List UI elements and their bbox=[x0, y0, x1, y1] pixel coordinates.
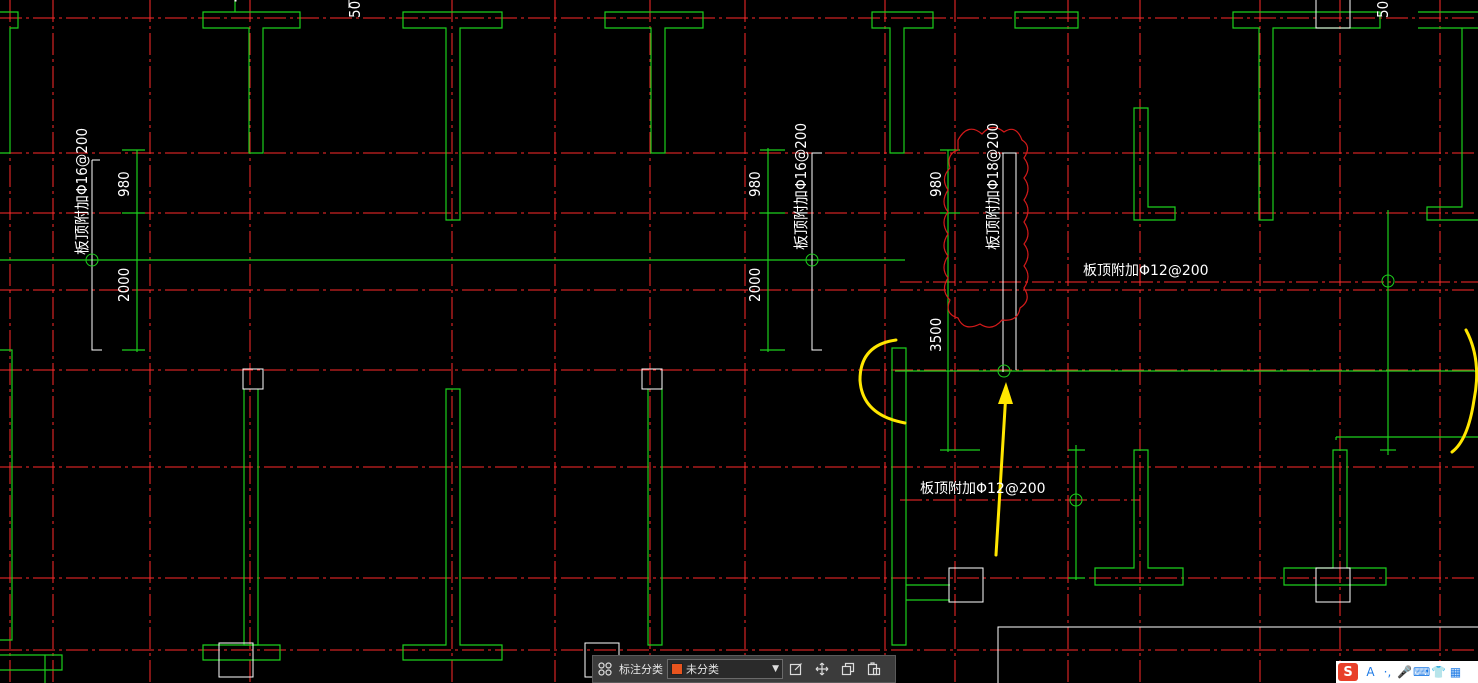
category-select[interactable]: 未分类 ▼ bbox=[667, 659, 783, 679]
edit-icon[interactable] bbox=[783, 656, 809, 682]
paste-icon[interactable] bbox=[861, 656, 887, 682]
rebar-markers bbox=[85, 253, 1395, 507]
category-value: 未分类 bbox=[686, 663, 719, 676]
dimension-top-b: 50 bbox=[1374, 1, 1392, 18]
annotation-rebar-1: 板顶附加Φ16@200 bbox=[73, 128, 91, 255]
copy-icon[interactable] bbox=[835, 656, 861, 682]
category-label: 标注分类 bbox=[619, 663, 663, 676]
sogou-logo[interactable]: S bbox=[1338, 663, 1358, 681]
axis-grid bbox=[0, 0, 1478, 683]
arrow-head bbox=[998, 382, 1013, 404]
category-color-swatch bbox=[671, 663, 683, 675]
shirt-icon[interactable]: 👕 bbox=[1430, 665, 1447, 679]
annotation-rebar-3: 板顶附加Φ18@200 bbox=[984, 123, 1002, 250]
keyboard-icon[interactable]: ⌨ bbox=[1413, 665, 1430, 679]
ime-punctuation-toggle[interactable]: ·, bbox=[1379, 665, 1396, 679]
wall-outlines bbox=[0, 0, 1478, 683]
annotation-toolbar: 标注分类 未分类 ▼ bbox=[592, 655, 896, 683]
annotation-rebar-4: 板顶附加Φ12@200 bbox=[1083, 263, 1209, 279]
dimension-3500: 3500 bbox=[927, 318, 945, 352]
dimension-top-a: 50 bbox=[346, 1, 364, 18]
leader-lines bbox=[91, 0, 1478, 683]
annotation-rebar-5: 板顶附加Φ12@200 bbox=[920, 481, 1046, 497]
dimension-2000-b: 2000 bbox=[746, 268, 764, 302]
grid-icon[interactable]: ▦ bbox=[1447, 665, 1464, 679]
annotation-rebar-2: 板顶附加Φ16@200 bbox=[792, 123, 810, 250]
move-icon[interactable] bbox=[809, 656, 835, 682]
mic-icon[interactable]: 🎤 bbox=[1396, 665, 1413, 679]
dimension-980-b: 980 bbox=[746, 171, 764, 197]
markup-highlights bbox=[858, 328, 1478, 557]
dimension-2000-a: 2000 bbox=[115, 268, 133, 302]
chevron-down-icon: ▼ bbox=[772, 664, 779, 674]
ime-status-bar: S A ·, 🎤 ⌨ 👕 ▦ bbox=[1336, 661, 1478, 683]
drawing-text: 板顶附加Φ16@200 980 2000 板顶附加Φ16@200 980 200… bbox=[73, 1, 1392, 497]
dimension-980-c: 980 bbox=[927, 171, 945, 197]
dimension-980-a: 980 bbox=[115, 171, 133, 197]
ime-language-toggle[interactable]: A bbox=[1362, 665, 1379, 679]
grid-icon[interactable] bbox=[593, 656, 617, 682]
cad-drawing-canvas[interactable]: 板顶附加Φ16@200 980 2000 板顶附加Φ16@200 980 200… bbox=[0, 0, 1478, 683]
